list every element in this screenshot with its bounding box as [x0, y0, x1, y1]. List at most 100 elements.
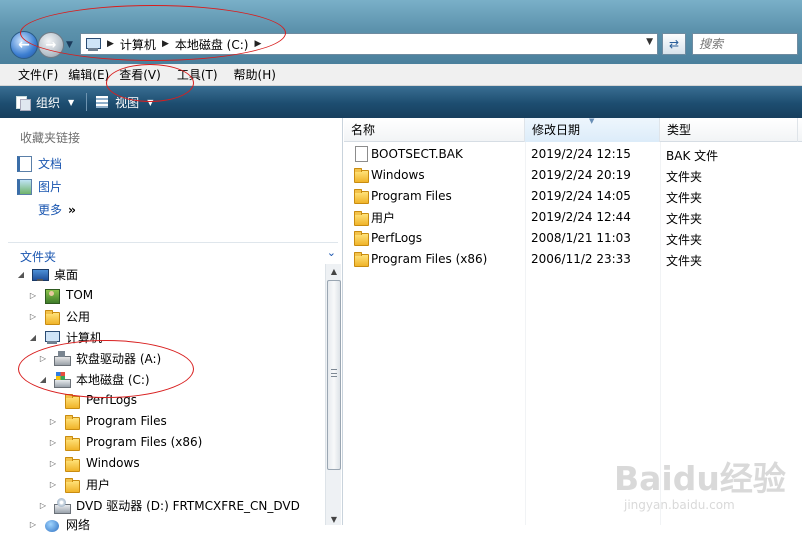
tree-item-label: 公用	[66, 309, 91, 324]
collapsed-triangle-icon[interactable]: ▷	[28, 520, 38, 529]
file-date: 2006/11/2 23:33	[531, 252, 631, 266]
search-box[interactable]	[692, 33, 798, 55]
collapsed-triangle-icon[interactable]: ▷	[38, 354, 48, 363]
favorite-pictures[interactable]: 图片	[16, 178, 62, 195]
folder-icon	[64, 435, 80, 451]
menu-file[interactable]: 文件(F)	[0, 66, 64, 83]
command-bar: 组织 ▼ 视图 ▼	[0, 86, 802, 118]
menu-edit[interactable]: 编辑(E)	[64, 66, 115, 83]
tree-item-computer[interactable]: ◢ 计算机	[28, 327, 102, 347]
chevron-down-icon[interactable]: ⌄	[327, 246, 336, 259]
tree-item-program-files[interactable]: ▷ Program Files	[48, 411, 167, 431]
back-button[interactable]: ←	[10, 31, 38, 59]
collapsed-triangle-icon[interactable]: ▷	[48, 480, 58, 489]
column-name[interactable]: 名称	[344, 118, 525, 142]
breadcrumb-separator-icon[interactable]: ▶	[254, 39, 261, 49]
tree-item-local-disk[interactable]: ◢ 本地磁盘 (C:)	[38, 369, 150, 389]
file-date: 2019/2/24 20:19	[531, 168, 631, 182]
expanded-triangle-icon[interactable]: ◢	[38, 375, 48, 384]
file-row[interactable]: Program Files 2019/2/24 14:05 文件夹	[344, 185, 802, 206]
file-type: 文件夹	[666, 254, 703, 268]
folder-icon	[353, 167, 369, 183]
collapsed-triangle-icon[interactable]: ▷	[38, 501, 48, 510]
expanded-triangle-icon[interactable]: ◢	[28, 333, 38, 342]
folder-tree-scrollbar[interactable]: ▲ ▼	[325, 264, 341, 525]
tree-item-label: 软盘驱动器 (A:)	[76, 351, 162, 366]
refresh-icon: ⇄	[668, 37, 680, 51]
file-icon	[353, 146, 369, 162]
folder-icon	[64, 414, 80, 430]
menu-bar: 文件(F) 编辑(E) 查看(V) 工具(T) 帮助(H)	[0, 64, 802, 86]
folder-icon	[353, 230, 369, 246]
menu-help[interactable]: 帮助(H)	[224, 66, 282, 83]
tree-item-dvd-drive[interactable]: ▷ DVD 驱动器 (D:) FRTMCXFRE_CN_DVD	[38, 495, 300, 515]
file-type: 文件夹	[666, 233, 703, 247]
tree-item-label: 计算机	[66, 330, 103, 345]
breadcrumb-local-disk[interactable]: 本地磁盘 (C:)	[175, 36, 249, 53]
file-type: 文件夹	[666, 170, 703, 184]
scroll-down-icon[interactable]: ▼	[328, 515, 340, 524]
refresh-button[interactable]: ⇄	[662, 33, 686, 55]
file-date: 2019/2/24 14:05	[531, 189, 631, 203]
tree-item-floppy-drive[interactable]: ▷ 软盘驱动器 (A:)	[38, 348, 161, 368]
tree-item-windows[interactable]: ▷ Windows	[48, 453, 140, 473]
address-dropdown-icon[interactable]: ▼	[646, 37, 653, 47]
views-button[interactable]: 视图 ▼	[95, 94, 153, 111]
tree-item-label: Program Files (x86)	[86, 435, 203, 449]
desktop-icon	[32, 267, 49, 282]
tree-item-public[interactable]: ▷ 公用	[28, 306, 90, 326]
chevron-down-icon: ▼	[68, 97, 75, 107]
expanded-triangle-icon[interactable]: ◢	[16, 270, 26, 279]
breadcrumb-computer[interactable]: 计算机	[120, 36, 156, 53]
tree-item-users[interactable]: ▷ 用户	[48, 474, 110, 494]
file-row[interactable]: Windows 2019/2/24 20:19 文件夹	[344, 164, 802, 185]
collapsed-triangle-icon[interactable]: ▷	[48, 438, 58, 447]
column-type[interactable]: 类型	[660, 118, 798, 142]
file-date: 2019/2/24 12:44	[531, 210, 631, 224]
column-date-modified[interactable]: ▼ 修改日期	[525, 117, 660, 142]
tree-item-tom[interactable]: ▷ TOM	[28, 285, 93, 305]
collapsed-triangle-icon[interactable]: ▷	[28, 291, 38, 300]
breadcrumb-separator-icon[interactable]: ▶	[107, 39, 114, 49]
organize-button[interactable]: 组织 ▼	[16, 94, 74, 111]
tree-item-network[interactable]: ▷ 网络	[28, 514, 90, 534]
forward-button[interactable]: →	[38, 32, 64, 58]
address-bar[interactable]: ▶ 计算机 ▶ 本地磁盘 (C:) ▶ ▼	[80, 33, 658, 55]
scrollbar-thumb[interactable]	[327, 280, 341, 470]
favorite-links-title: 收藏夹链接	[20, 131, 81, 145]
watermark-url: jingyan.baidu.com	[624, 498, 735, 512]
collapsed-triangle-icon[interactable]: ▷	[48, 417, 58, 426]
file-type: 文件夹	[666, 191, 703, 205]
tree-item-desktop[interactable]: ◢ 桌面	[16, 264, 78, 284]
chevron-double-right-icon: ››	[68, 202, 76, 217]
file-row[interactable]: BOOTSECT.BAK 2019/2/24 12:15 BAK 文件	[344, 143, 802, 164]
search-input[interactable]	[699, 34, 794, 54]
collapsed-triangle-icon[interactable]: ▷	[28, 312, 38, 321]
tree-item-perflogs[interactable]: PerfLogs	[48, 390, 137, 410]
file-name: PerfLogs	[371, 230, 423, 245]
recent-pages-dropdown[interactable]: ▼	[66, 40, 76, 50]
favorite-documents[interactable]: 文档	[16, 155, 62, 172]
file-row[interactable]: PerfLogs 2008/1/21 11:03 文件夹	[344, 227, 802, 248]
menu-view[interactable]: 查看(V)	[115, 66, 167, 83]
file-row[interactable]: Program Files (x86) 2006/11/2 23:33 文件夹	[344, 248, 802, 269]
file-name: Program Files	[371, 188, 452, 203]
user-folder-icon	[44, 288, 60, 304]
breadcrumb-separator-icon[interactable]: ▶	[162, 39, 169, 49]
chevron-down-icon: ▼	[147, 97, 154, 107]
file-name: 用户	[371, 211, 396, 225]
file-name: Program Files (x86)	[371, 251, 488, 266]
collapsed-triangle-icon[interactable]: ▷	[48, 459, 58, 468]
file-name: BOOTSECT.BAK	[371, 146, 463, 161]
floppy-drive-icon	[54, 350, 71, 366]
file-row[interactable]: 用户 2019/2/24 12:44 文件夹	[344, 206, 802, 227]
favorite-label: 文档	[38, 157, 63, 171]
favorite-more[interactable]: 更多 ››	[38, 201, 76, 218]
scroll-up-icon[interactable]: ▲	[328, 267, 340, 276]
menu-tools[interactable]: 工具(T)	[167, 66, 224, 83]
tree-item-label: DVD 驱动器 (D:) FRTMCXFRE_CN_DVD	[76, 498, 300, 513]
tree-item-program-files-x86[interactable]: ▷ Program Files (x86)	[48, 432, 202, 452]
folders-header[interactable]: 文件夹 ⌄	[8, 242, 338, 264]
favorite-label: 更多	[38, 203, 63, 217]
file-name: Windows	[371, 167, 425, 182]
